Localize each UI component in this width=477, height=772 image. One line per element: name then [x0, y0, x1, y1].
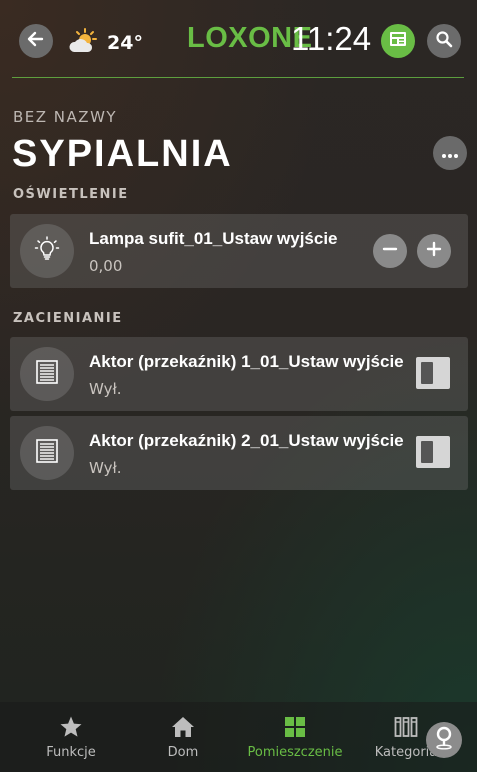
- home-icon: [170, 715, 196, 739]
- control-icon: [20, 426, 74, 480]
- control-name: Aktor (przekaźnik) 2_01_Ustaw wyjście: [89, 431, 404, 450]
- control-icon: [20, 347, 74, 401]
- bottom-navigation: Funkcje Dom Pomieszczenie Kategoria: [0, 702, 477, 772]
- nav-item-home[interactable]: Dom: [128, 702, 238, 772]
- header-divider: [12, 77, 464, 78]
- search-icon: [435, 30, 453, 52]
- partly-sunny-icon: [68, 28, 100, 58]
- toggle-switch[interactable]: [416, 436, 450, 468]
- control-value: Wył.: [89, 380, 122, 398]
- control-card-actor-1[interactable]: Aktor (przekaźnik) 1_01_Ustaw wyjście Wy…: [10, 337, 468, 411]
- control-card-actor-2[interactable]: Aktor (przekaźnik) 2_01_Ustaw wyjście Wy…: [10, 416, 468, 490]
- star-icon: [59, 715, 83, 739]
- toggle-knob: [421, 441, 433, 463]
- room-subtitle: BEZ NAZWY: [13, 108, 118, 126]
- increase-button[interactable]: [417, 234, 451, 268]
- nav-label: Funkcje: [46, 745, 96, 760]
- plus-icon: [426, 241, 442, 261]
- map-pin-icon: [434, 726, 454, 754]
- toggle-switch[interactable]: [416, 357, 450, 389]
- control-name: Aktor (przekaźnik) 1_01_Ustaw wyjście: [89, 352, 404, 371]
- search-button[interactable]: [427, 24, 461, 58]
- nav-label: Dom: [167, 745, 199, 760]
- nav-item-functions[interactable]: Funkcje: [16, 702, 126, 772]
- back-button[interactable]: [19, 24, 53, 58]
- category-icon: [394, 715, 418, 739]
- toggle-knob: [421, 362, 433, 384]
- control-name: Lampa sufit_01_Ustaw wyjście: [89, 229, 338, 248]
- control-value: Wył.: [89, 459, 122, 477]
- decrease-button[interactable]: [373, 234, 407, 268]
- section-title-lighting: OŚWIETLENIE: [13, 187, 129, 202]
- grid-icon: [284, 715, 306, 739]
- news-button[interactable]: [381, 24, 415, 58]
- arrow-left-icon: [26, 29, 46, 53]
- blinds-icon: [36, 439, 58, 467]
- newspaper-icon: [388, 30, 408, 52]
- blinds-icon: [36, 360, 58, 388]
- nav-item-room[interactable]: Pomieszczenie: [240, 702, 350, 772]
- nav-label: Pomieszczenie: [247, 745, 343, 760]
- clock: 11:24: [291, 20, 372, 57]
- control-card-lamp[interactable]: Lampa sufit_01_Ustaw wyjście 0,00: [10, 214, 468, 288]
- top-bar: 24° LOXONE 11:24: [0, 0, 477, 80]
- control-icon: [20, 224, 74, 278]
- light-bulb-icon: [34, 236, 60, 266]
- location-button[interactable]: [426, 722, 462, 758]
- control-value: 0,00: [89, 257, 123, 275]
- section-title-shading: ZACIENIANIE: [13, 311, 123, 326]
- more-button[interactable]: [433, 136, 467, 170]
- more-dots-icon: [441, 144, 459, 163]
- weather-widget[interactable]: 24°: [68, 28, 143, 58]
- room-title: SYPIALNIA: [12, 133, 233, 175]
- temperature-label: 24°: [107, 32, 143, 54]
- minus-icon: [382, 241, 398, 261]
